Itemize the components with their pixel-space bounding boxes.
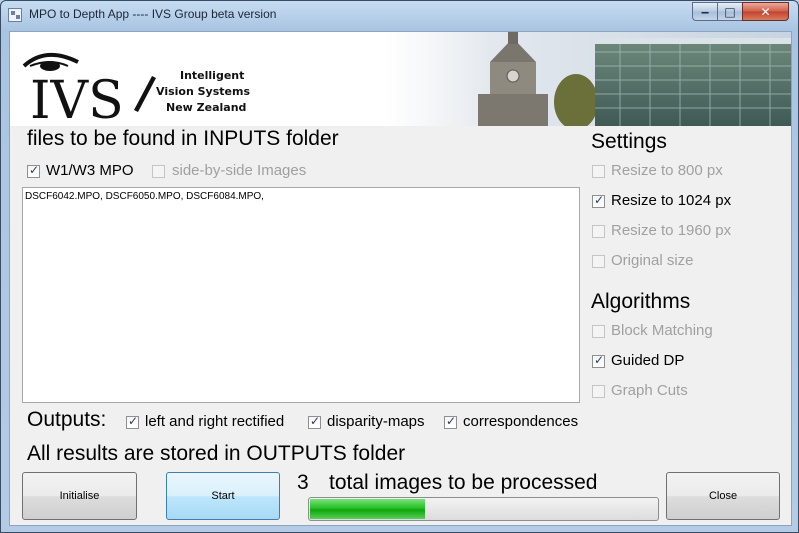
logo-letters: IVS bbox=[30, 71, 124, 122]
settings-heading: Settings bbox=[591, 130, 667, 153]
original-size-checkbox[interactable] bbox=[592, 255, 605, 268]
initialise-button[interactable]: Initialise bbox=[22, 472, 137, 520]
side-by-side-checkbox[interactable] bbox=[152, 165, 165, 178]
image-count: 3 bbox=[297, 471, 309, 494]
start-button[interactable]: Start bbox=[166, 472, 280, 520]
file-list-textbox[interactable]: DSCF6042.MPO, DSCF6050.MPO, DSCF6084.MPO… bbox=[22, 187, 580, 403]
outputs-note: All results are stored in OUTPUTS folder bbox=[27, 442, 406, 465]
logo-line-1: Intelligent bbox=[180, 69, 244, 82]
block-matching-label[interactable]: Block Matching bbox=[611, 322, 713, 339]
side-by-side-label[interactable]: side-by-side Images bbox=[172, 162, 306, 179]
client-area: IVS Intelligent Vision Systems New Zeala… bbox=[9, 31, 792, 526]
w1w3-mpo-checkbox[interactable] bbox=[27, 163, 40, 178]
guided-dp-label[interactable]: Guided DP bbox=[611, 352, 684, 369]
resize-800-label[interactable]: Resize to 800 px bbox=[611, 162, 723, 179]
correspondences-checkbox[interactable] bbox=[444, 414, 457, 429]
title-bar[interactable]: MPO to Depth App ---- IVS Group beta ver… bbox=[1, 1, 798, 31]
close-button[interactable]: Close bbox=[666, 472, 780, 520]
campus-photo bbox=[390, 32, 791, 126]
maximize-button[interactable]: □ bbox=[717, 2, 743, 21]
file-list-text: DSCF6042.MPO, DSCF6050.MPO, DSCF6084.MPO… bbox=[25, 191, 264, 202]
app-window: MPO to Depth App ---- IVS Group beta ver… bbox=[0, 0, 799, 533]
ivs-logo: IVS Intelligent Vision Systems New Zeala… bbox=[22, 53, 250, 122]
progress-fill bbox=[310, 499, 425, 519]
w1w3-mpo-label[interactable]: W1/W3 MPO bbox=[46, 162, 134, 179]
resize-1024-label[interactable]: Resize to 1024 px bbox=[611, 192, 731, 209]
logo-line-2: Vision Systems bbox=[156, 85, 250, 98]
rectified-checkbox[interactable] bbox=[126, 414, 139, 429]
resize-800-checkbox[interactable] bbox=[592, 165, 605, 178]
block-matching-checkbox[interactable] bbox=[592, 325, 605, 338]
window-title: MPO to Depth App ---- IVS Group beta ver… bbox=[29, 7, 277, 21]
maximize-icon: □ bbox=[724, 4, 736, 19]
app-icon[interactable] bbox=[8, 8, 22, 22]
disparity-maps-label[interactable]: disparity-maps bbox=[327, 413, 425, 430]
close-icon: ✕ bbox=[760, 4, 771, 19]
status-text: total images to be processed bbox=[329, 471, 598, 494]
graph-cuts-label[interactable]: Graph Cuts bbox=[611, 382, 688, 399]
progress-bar bbox=[308, 497, 659, 521]
header-banner: IVS Intelligent Vision Systems New Zeala… bbox=[10, 32, 791, 126]
inputs-heading: files to be found in INPUTS folder bbox=[27, 127, 339, 150]
rectified-label[interactable]: left and right rectified bbox=[145, 413, 284, 430]
resize-1960-label[interactable]: Resize to 1960 px bbox=[611, 222, 731, 239]
disparity-maps-checkbox[interactable] bbox=[308, 414, 321, 429]
logo-line-3: New Zealand bbox=[166, 101, 246, 114]
minimize-button[interactable]: ‒ bbox=[692, 2, 718, 21]
close-window-button[interactable]: ✕ bbox=[742, 2, 789, 21]
resize-1024-checkbox[interactable] bbox=[592, 193, 605, 208]
correspondences-label[interactable]: correspondences bbox=[463, 413, 578, 430]
algorithms-heading: Algorithms bbox=[591, 290, 691, 313]
outputs-label: Outputs: bbox=[27, 408, 107, 431]
minimize-icon: ‒ bbox=[700, 4, 710, 19]
resize-1960-checkbox[interactable] bbox=[592, 225, 605, 238]
original-size-label[interactable]: Original size bbox=[611, 252, 694, 269]
guided-dp-checkbox[interactable] bbox=[592, 353, 605, 368]
graph-cuts-checkbox[interactable] bbox=[592, 385, 605, 398]
